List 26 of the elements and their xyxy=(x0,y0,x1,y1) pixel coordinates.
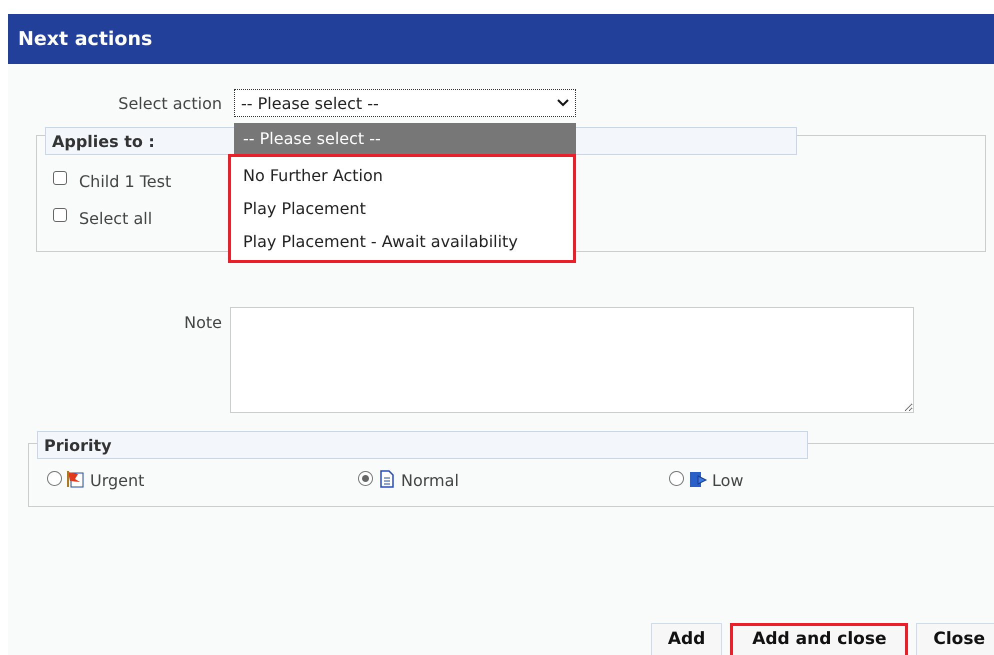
dropdown-option[interactable]: -- Please select -- xyxy=(234,123,576,154)
checkbox-label: Child 1 Test xyxy=(79,172,172,191)
caret-icon xyxy=(557,99,569,107)
action-button[interactable]: Close xyxy=(916,623,994,655)
document-arrow-icon xyxy=(688,470,708,488)
checkbox[interactable] xyxy=(53,208,67,222)
flag-document-icon xyxy=(66,470,86,488)
action-select[interactable]: -- Please select -- xyxy=(234,89,576,117)
radio-button[interactable] xyxy=(669,471,684,486)
radio-label: Urgent xyxy=(90,471,144,490)
dropdown-option[interactable]: No Further Action xyxy=(231,159,573,192)
checkbox-label: Select all xyxy=(79,209,152,228)
note-field[interactable] xyxy=(230,307,914,413)
action-button[interactable]: Add and close xyxy=(730,623,908,655)
radio-button[interactable] xyxy=(358,471,373,486)
window-title: Next actions xyxy=(18,28,152,50)
checkbox[interactable] xyxy=(53,170,67,184)
radio-label: Normal xyxy=(401,471,459,490)
radio-label: Low xyxy=(712,471,744,490)
action-button[interactable]: Add xyxy=(650,623,722,655)
field-label: Select action xyxy=(117,94,222,112)
dropdown-option[interactable]: Play Placement - Await availability xyxy=(231,225,573,258)
dropdown-option[interactable]: Play Placement xyxy=(231,192,573,225)
radio-button[interactable] xyxy=(47,471,62,486)
field-label: Note xyxy=(183,312,222,334)
section-legend: Priority xyxy=(37,431,808,459)
